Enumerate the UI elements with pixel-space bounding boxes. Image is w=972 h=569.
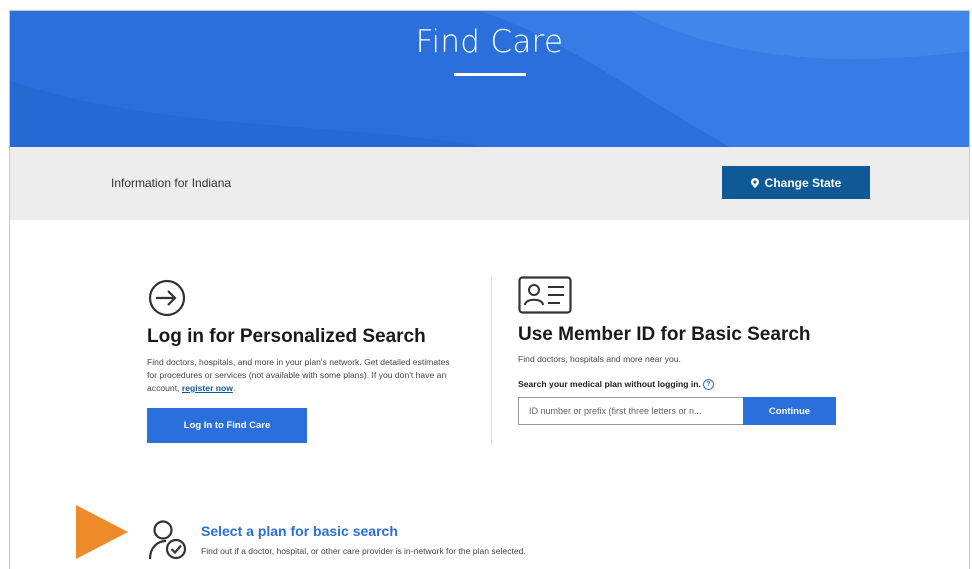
page-frame: Find Care Information for Indiana Change… [9,10,970,569]
search-plan-label-text: Search your medical plan without logging… [518,379,701,389]
page-title: Find Care [415,24,564,60]
register-now-link[interactable]: register now [182,383,233,393]
sign-in-arrow-icon [148,279,186,317]
change-state-button[interactable]: Change State [722,166,870,199]
id-card-icon [518,276,572,314]
member-id-input[interactable] [518,397,744,425]
login-heading: Log in for Personalized Search [147,326,426,347]
user-check-icon [148,520,187,560]
column-divider [491,277,492,445]
select-plan-description: Find out if a doctor, hospital, or other… [201,546,526,556]
member-id-heading: Use Member ID for Basic Search [518,324,811,345]
hero-banner: Find Care [10,11,969,147]
title-underline [454,73,526,76]
login-description: Find doctors, hospitals, and more in you… [147,357,450,393]
member-id-description: Find doctors, hospitals and more near yo… [518,354,681,364]
state-info-text: Information for Indiana [111,176,232,190]
location-pin-icon [750,177,759,188]
continue-button[interactable]: Continue [743,397,836,425]
search-plan-label: Search your medical plan without logging… [518,379,714,391]
select-plan-link[interactable]: Select a plan for basic search [201,523,398,539]
log-in-to-find-care-button[interactable]: Log In to Find Care [147,408,307,443]
help-icon[interactable]: ? [702,379,714,391]
orange-arrow-marker [76,505,128,559]
state-bar: Information for Indiana Change State [10,147,969,220]
change-state-label: Change State [764,175,842,190]
